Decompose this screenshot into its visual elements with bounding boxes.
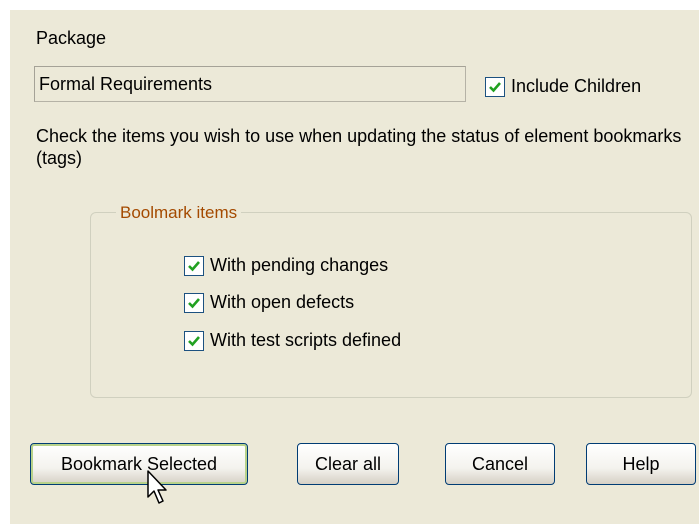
test-scripts-label: With test scripts defined [210,330,402,350]
open-defects-label: With open defects [210,292,355,312]
test-scripts-checkbox[interactable]: With test scripts defined [184,330,401,351]
bookmark-selected-button[interactable]: Bookmark Selected [30,443,248,485]
pending-changes-checkbox[interactable]: With pending changes [184,255,388,276]
bookmark-items-group-title: Boolmark items [116,203,242,223]
bookmark-items-group [90,212,692,398]
open-defects-checkbox[interactable]: With open defects [184,292,354,313]
pending-changes-label: With pending changes [210,255,389,275]
package-field: Formal Requirements [34,66,466,102]
mouse-cursor-icon [146,470,170,511]
include-children-label: Include Children [511,76,642,96]
clear-all-button[interactable]: Clear all [297,443,399,485]
include-children-check-icon[interactable] [485,76,505,97]
test-scripts-check-icon[interactable] [184,330,204,351]
cancel-button[interactable]: Cancel [445,443,555,485]
help-button[interactable]: Help [586,443,696,485]
package-label: Package [36,28,107,48]
pending-changes-check-icon[interactable] [184,255,204,276]
open-defects-check-icon[interactable] [184,292,204,313]
instructions-text: Check the items you wish to use when upd… [36,126,682,168]
bookmark-dialog: Package Formal Requirements Include Chil… [0,0,699,524]
include-children-checkbox[interactable]: Include Children [485,76,641,97]
